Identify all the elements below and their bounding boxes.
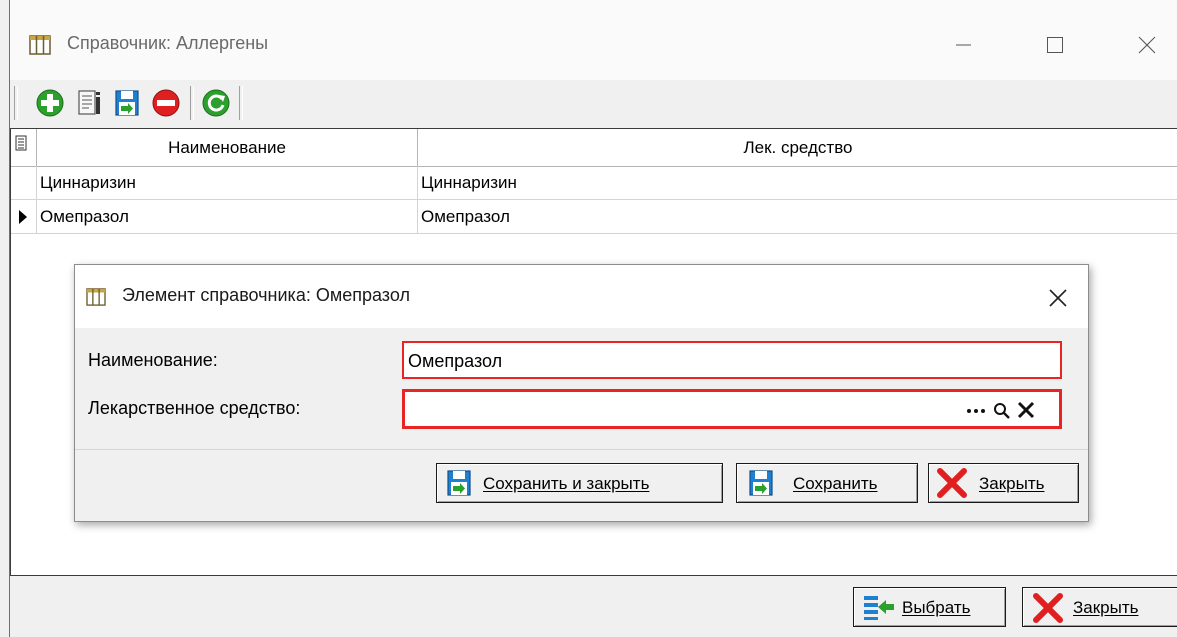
drug-field[interactable] bbox=[402, 389, 1062, 429]
column-header-drug[interactable]: Лек. средство bbox=[418, 129, 1177, 166]
close-label: Закрыть bbox=[1073, 598, 1139, 617]
dialog-footer-divider bbox=[75, 449, 1088, 450]
name-label: Наименование: bbox=[88, 350, 218, 370]
dialog-title-bar: Элемент справочника: Омепразол bbox=[75, 265, 1088, 328]
close-button[interactable]: Закрыть bbox=[1022, 587, 1177, 627]
row-indicator bbox=[11, 166, 37, 200]
dialog-close-button[interactable] bbox=[1043, 283, 1073, 313]
toolbar-separator bbox=[239, 86, 243, 120]
column-chooser-button[interactable] bbox=[11, 129, 37, 166]
close-dialog-label: Закрыть bbox=[979, 474, 1045, 493]
edit-document-icon bbox=[73, 90, 105, 123]
row-indicator bbox=[11, 200, 37, 234]
close-x-icon bbox=[935, 467, 969, 504]
edit-button[interactable] bbox=[73, 87, 105, 119]
element-dialog: Элемент справочника: Омепразол Наименова… bbox=[74, 264, 1089, 522]
drug-label: Лекарственное средство: bbox=[88, 398, 301, 418]
grid-header: Наименование Лек. средство bbox=[11, 129, 1177, 167]
clear-x-icon bbox=[1014, 401, 1038, 428]
cell-name[interactable]: Циннаризин bbox=[37, 166, 418, 200]
delete-button[interactable] bbox=[150, 87, 182, 119]
refresh-icon bbox=[200, 89, 232, 123]
save-button[interactable] bbox=[111, 87, 143, 119]
name-field-value: Омепразол bbox=[408, 351, 503, 371]
close-x-icon bbox=[1031, 592, 1065, 629]
window-title: Справочник: Аллергены bbox=[67, 33, 269, 53]
refresh-button[interactable] bbox=[200, 87, 232, 119]
ellipsis-icon bbox=[963, 409, 989, 428]
minus-circle-icon bbox=[150, 89, 182, 123]
clear-button[interactable] bbox=[1014, 396, 1038, 428]
table-row[interactable]: Циннаризин Циннаризин bbox=[11, 166, 1177, 200]
select-arrow-icon bbox=[862, 592, 896, 627]
minimize-button[interactable] bbox=[940, 28, 986, 62]
save-and-close-button[interactable]: Сохранить и закрыть bbox=[436, 463, 723, 503]
cell-drug[interactable]: Циннаризин bbox=[418, 166, 1177, 200]
select-button[interactable]: Выбрать bbox=[853, 587, 1006, 627]
close-window-button[interactable] bbox=[1124, 28, 1170, 62]
dialog-title: Элемент справочника: Омепразол bbox=[122, 285, 410, 305]
cell-name[interactable]: Омепразол bbox=[37, 200, 418, 234]
table-icon bbox=[86, 288, 106, 306]
plus-circle-icon bbox=[34, 89, 66, 123]
toolbar-separator bbox=[190, 86, 194, 120]
cell-drug[interactable]: Омепразол bbox=[418, 200, 1177, 234]
column-header-name[interactable]: Наименование bbox=[37, 129, 418, 166]
save-disk-icon bbox=[745, 467, 777, 504]
ellipsis-select-button[interactable] bbox=[963, 396, 989, 428]
select-label: Выбрать bbox=[902, 598, 971, 617]
table-row[interactable]: Омепразол Омепразол bbox=[11, 200, 1177, 234]
title-bar: Справочник: Аллергены bbox=[10, 0, 1177, 90]
save-and-close-label: Сохранить и закрыть bbox=[483, 474, 650, 493]
save-dialog-button[interactable]: Сохранить bbox=[736, 463, 918, 503]
toolbar-separator bbox=[14, 86, 18, 120]
close-icon bbox=[1043, 289, 1073, 317]
toolbar bbox=[10, 80, 1177, 126]
table-icon bbox=[29, 35, 51, 55]
save-dialog-label: Сохранить bbox=[793, 474, 878, 493]
search-icon bbox=[990, 403, 1014, 428]
save-disk-icon bbox=[111, 90, 143, 123]
add-button[interactable] bbox=[34, 87, 66, 119]
name-field[interactable]: Омепразол bbox=[402, 341, 1062, 379]
save-disk-icon bbox=[443, 467, 475, 504]
search-button[interactable] bbox=[990, 396, 1014, 428]
maximize-button[interactable] bbox=[1032, 28, 1078, 62]
close-dialog-button[interactable]: Закрыть bbox=[928, 463, 1079, 503]
